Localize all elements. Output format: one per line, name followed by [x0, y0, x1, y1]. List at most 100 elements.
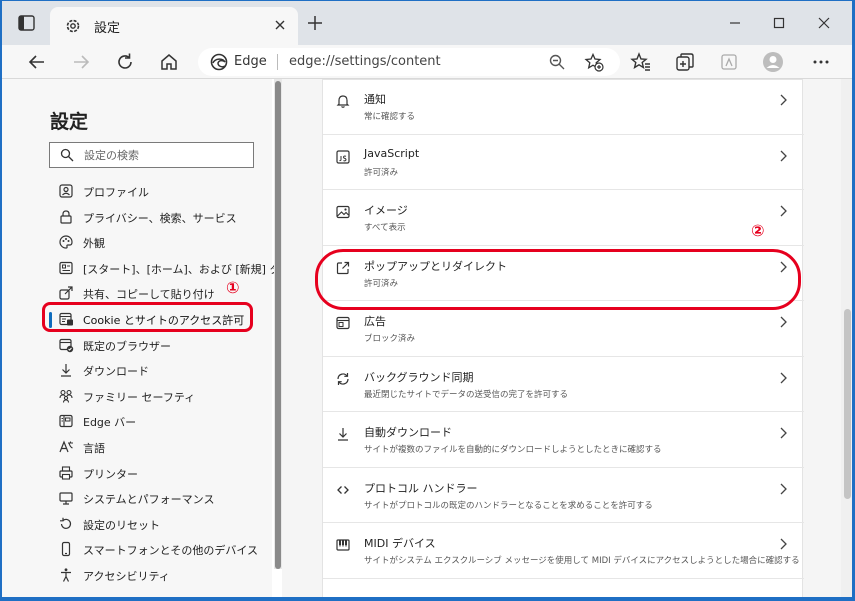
- sidebar-title: 設定: [50, 111, 89, 133]
- edge-logo-icon: [210, 53, 228, 71]
- browser-window: 設定 Edge edge://settings/content 設定 設定の検索…: [1, 0, 853, 598]
- sidebar-item[interactable]: 言語: [44, 435, 264, 461]
- language-icon: [58, 439, 74, 455]
- sidebar-item[interactable]: Edge バー: [44, 409, 264, 435]
- sidebar-item[interactable]: ファミリー セーフティ: [44, 384, 264, 410]
- permission-title: MIDI デバイス: [364, 537, 436, 550]
- permission-row[interactable]: 広告 ブロック済み: [323, 301, 804, 357]
- sidebar-item[interactable]: Cookie とサイトのアクセス許可: [44, 307, 264, 333]
- search-input[interactable]: [84, 145, 244, 165]
- sidebar-item-label: スマートフォンとその他のデバイス: [83, 544, 259, 558]
- forward-button[interactable]: [70, 51, 92, 73]
- sidebar-item-label: ダウンロード: [83, 365, 149, 379]
- search-icon: [60, 148, 74, 162]
- permission-row[interactable]: プロトコル ハンドラー サイトがプロトコルの既定のハンドラーとなることを求めること…: [323, 468, 804, 523]
- download-icon: [58, 362, 74, 378]
- sidebar-item-label: 外観: [83, 237, 105, 251]
- sidebar-item-label: 設定のリセット: [83, 518, 160, 532]
- sync-icon: [335, 371, 351, 387]
- home-button[interactable]: [158, 51, 180, 73]
- permission-row[interactable]: ポップアップとリダイレクト 許可済み: [323, 246, 804, 301]
- sidebar-item[interactable]: スマートフォンとその他のデバイス: [44, 537, 264, 563]
- address-bar[interactable]: Edge edge://settings/content: [198, 48, 620, 76]
- edge-bar-icon: [58, 413, 74, 429]
- sidebar-item-label: ファミリー セーフティ: [83, 390, 196, 404]
- sidebar-item-label: 共有、コピーして貼り付け: [83, 288, 215, 302]
- auto-download-icon: [335, 426, 351, 442]
- sidebar-item[interactable]: システムとパフォーマンス: [44, 486, 264, 512]
- chevron-right-icon: [777, 426, 789, 440]
- more-options-icon[interactable]: [810, 51, 832, 73]
- permission-row[interactable]: 通知 常に確認する: [323, 79, 804, 135]
- sidebar-item-label: Edge バー: [83, 416, 137, 430]
- permission-row[interactable]: イメージ すべて表示: [323, 190, 804, 246]
- permission-row[interactable]: 自動ダウンロード サイトが複数のファイルを自動的にダウンロードしようとしたときに確…: [323, 412, 804, 468]
- profile-avatar[interactable]: [762, 51, 784, 73]
- sidebar-item[interactable]: プロファイル: [44, 179, 264, 205]
- protocol-icon: [335, 482, 351, 498]
- chevron-right-icon: [777, 482, 789, 496]
- favorites-button[interactable]: [630, 51, 652, 73]
- sidebar-item[interactable]: ダウンロード: [44, 358, 264, 384]
- address-divider: [277, 54, 278, 70]
- chevron-right-icon: [777, 93, 789, 107]
- permission-title: 自動ダウンロード: [364, 426, 452, 439]
- permission-row[interactable]: JavaScript 許可済み: [323, 135, 804, 190]
- new-tab-button[interactable]: [306, 14, 324, 32]
- add-favorite-icon[interactable]: [584, 52, 604, 72]
- profile-icon: [58, 183, 74, 199]
- address-label: Edge: [234, 54, 267, 69]
- chevron-right-icon: [777, 149, 789, 163]
- default-browser-icon: [58, 337, 74, 353]
- annotation-marker-1: ①: [226, 278, 240, 297]
- sidebar-item-label: [スタート]、[ホーム]、および [新規] タブ: [83, 262, 292, 276]
- sidebar-item[interactable]: プリンター: [44, 461, 264, 487]
- site-permissions-icon: [58, 311, 74, 327]
- extension-icon[interactable]: [718, 51, 740, 73]
- sidebar-item[interactable]: 設定のリセット: [44, 512, 264, 538]
- sidebar-item-label: アクセシビリティ: [83, 570, 170, 583]
- tab-settings[interactable]: 設定: [50, 7, 298, 45]
- site-permissions-card: 通知 常に確認する JavaScript 許可済み イメージ すべて表示 ポップアップとリダ…: [322, 79, 804, 597]
- title-bar: 設定: [2, 1, 852, 45]
- zoom-icon[interactable]: [548, 53, 566, 71]
- permission-title: バックグラウンド同期: [364, 370, 474, 384]
- permission-title: ポップアップとリダイレクト: [364, 259, 507, 273]
- settings-search[interactable]: [49, 142, 254, 168]
- tab-actions-icon[interactable]: [16, 13, 38, 33]
- sidebar-item[interactable]: プライバシー、検索、サービス: [44, 205, 264, 231]
- permission-row[interactable]: MIDI デバイスサイトがシステム エクスクルーシブ メッセージを使用して MI…: [323, 523, 804, 579]
- sidebar-item-label: Cookie とサイトのアクセス許可: [83, 314, 245, 327]
- annotation-marker-2: ②: [751, 221, 765, 240]
- sidebar-item[interactable]: 外観: [44, 230, 264, 256]
- permission-row[interactable]: バックグラウンド同期 最近閉じたサイトでデータの送受信の完了を許可する: [323, 357, 804, 412]
- sidebar-item-label: プロファイル: [83, 186, 149, 199]
- permission-subtitle: サイトがシステム エクスクルーシブ メッセージを使用して MIDI デバイスにア…: [364, 556, 800, 566]
- sidebar-item-label: 既定のブラウザー: [83, 339, 171, 353]
- main-scrollbar-thumb[interactable]: [844, 309, 851, 499]
- back-button[interactable]: [26, 51, 48, 73]
- sidebar-item-label: システムとパフォーマンス: [83, 493, 215, 507]
- sidebar-scrollbar[interactable]: [274, 79, 282, 569]
- sidebar-item[interactable]: アクセシビリティ: [44, 563, 264, 589]
- chevron-right-icon: [777, 315, 789, 329]
- main-scrollbar[interactable]: [841, 79, 852, 597]
- sidebar-scrollbar-thumb[interactable]: [275, 81, 281, 569]
- family-icon: [58, 388, 74, 404]
- refresh-button[interactable]: [114, 51, 136, 73]
- sidebar-item[interactable]: 既定のブラウザー: [44, 333, 264, 359]
- close-icon[interactable]: [272, 17, 288, 33]
- main-content: 通知 常に確認する JavaScript 許可済み イメージ すべて表示 ポップアップとリダ…: [282, 79, 852, 597]
- chevron-right-icon: [777, 371, 789, 385]
- close-window-button[interactable]: [814, 13, 834, 33]
- maximize-button[interactable]: [769, 13, 789, 33]
- permission-subtitle: 常に確認する: [364, 112, 416, 122]
- permission-title: JavaScript: [364, 146, 420, 160]
- minimize-button[interactable]: [725, 13, 745, 33]
- collections-button[interactable]: [674, 51, 696, 73]
- newtab-page-icon: [58, 260, 74, 276]
- permission-title: 通知: [364, 93, 386, 106]
- url-text[interactable]: edge://settings/content: [289, 54, 441, 69]
- bell-icon: [335, 93, 351, 109]
- permission-subtitle: 許可済み: [364, 278, 399, 289]
